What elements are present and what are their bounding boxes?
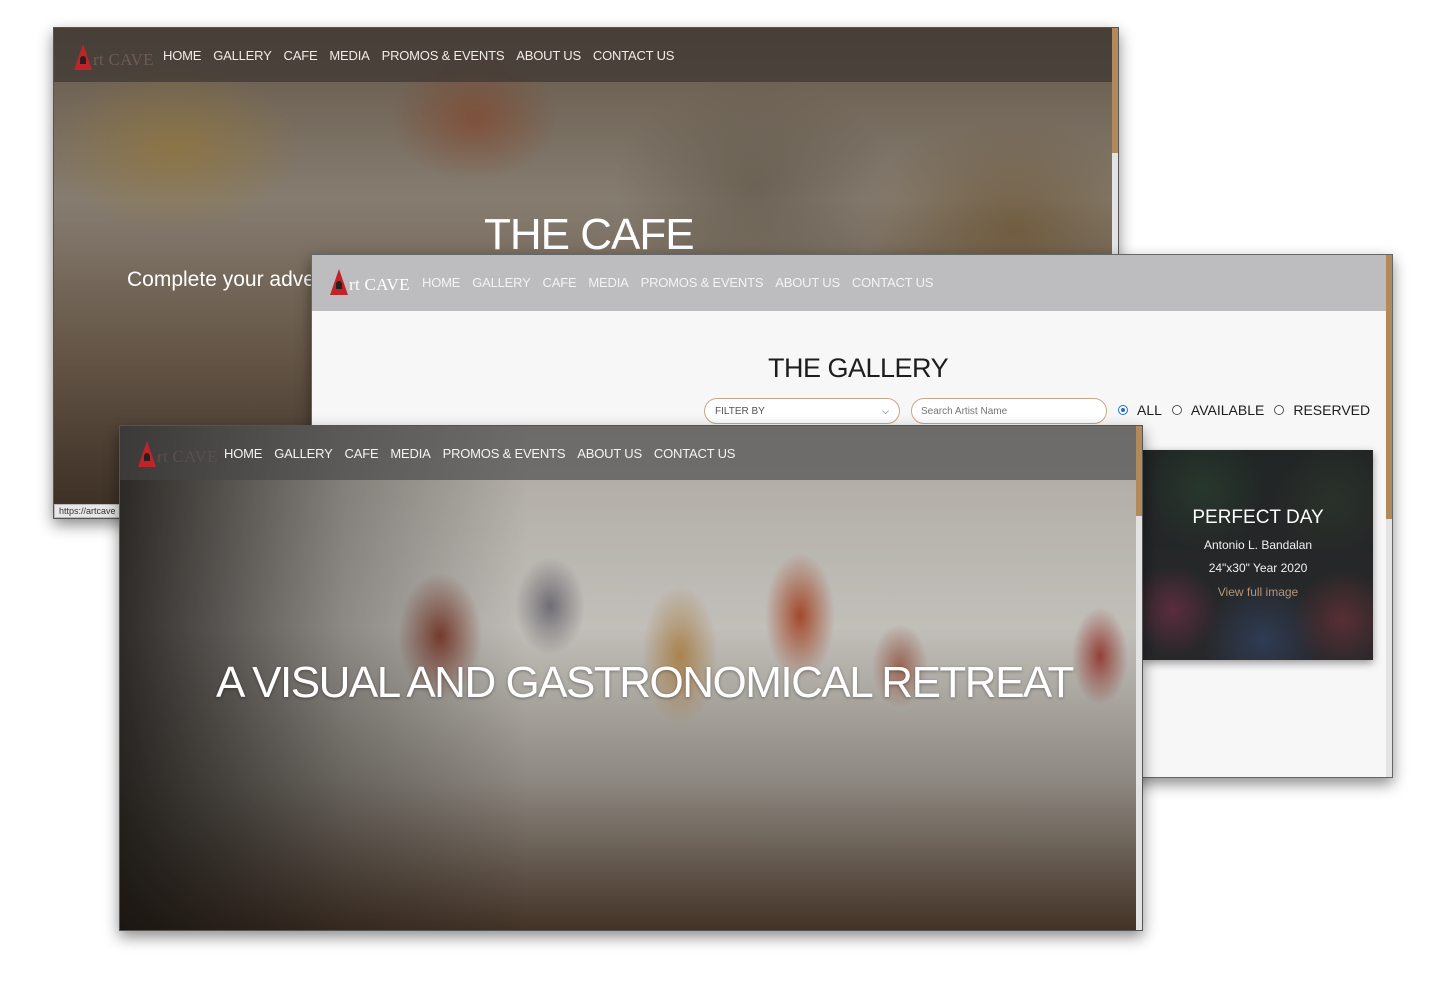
logo-text: rt CAVE [93,50,154,69]
nav-item-cafe[interactable]: CAFE [345,446,379,461]
nav-item-about-us[interactable]: ABOUT US [516,48,581,63]
artist-search-input[interactable] [911,398,1107,424]
nav-item-home[interactable]: HOME [422,275,460,290]
nav-item-home[interactable]: HOME [163,48,201,63]
artwork-title: PERFECT DAY [1192,507,1324,528]
scrollbar-thumb[interactable] [1386,255,1392,519]
scrollbar[interactable] [1386,255,1392,777]
chevron-down-icon: ⌵ [882,405,889,416]
nav-item-promos-events[interactable]: PROMOS & EVENTS [382,48,505,63]
scrollbar[interactable] [1136,426,1142,930]
radio-all[interactable]: ALL [1118,402,1162,418]
home-hero-title: A VISUAL AND GASTRONOMICAL RETREAT [216,658,1074,707]
nav-item-contact-us[interactable]: CONTACT US [852,275,934,290]
logo-a-icon [74,44,92,70]
nav-item-promos-events[interactable]: PROMOS & EVENTS [443,446,566,461]
status-bar-url: https://artcave [54,504,121,518]
brand-logo[interactable]: rt CAVE [138,441,218,467]
cafe-hero-subtitle: Complete your adve [127,268,315,291]
cafe-navbar: rt CAVE HOME GALLERY CAFE MEDIA PROMOS &… [54,28,1118,82]
gallery-navbar: rt CAVE HOME GALLERY CAFE MEDIA PROMOS &… [312,255,1392,311]
nav-menu: HOME GALLERY CAFE MEDIA PROMOS & EVENTS … [422,275,945,290]
scrollbar-thumb[interactable] [1112,28,1118,153]
brand-logo[interactable]: rt CAVE [330,269,410,295]
nav-item-about-us[interactable]: ABOUT US [775,275,840,290]
artwork-artist: Antonio L. Bandalan [1203,538,1313,552]
radio-available[interactable]: AVAILABLE [1171,402,1264,418]
nav-item-cafe[interactable]: CAFE [284,48,318,63]
nav-menu: HOME GALLERY CAFE MEDIA PROMOS & EVENTS … [224,446,747,461]
nav-item-media[interactable]: MEDIA [329,48,369,63]
artwork-card[interactable]: PERFECT DAY Antonio L. Bandalan 24"x30" … [1143,450,1373,660]
logo-text: rt CAVE [157,447,218,466]
nav-item-about-us[interactable]: ABOUT US [577,446,642,461]
radio-reserved-label[interactable]: RESERVED [1293,402,1370,418]
home-navbar: rt CAVE HOME GALLERY CAFE MEDIA PROMOS &… [120,426,1142,480]
nav-item-contact-us[interactable]: CONTACT US [654,446,736,461]
radio-reserved[interactable]: RESERVED [1274,402,1370,418]
nav-item-media[interactable]: MEDIA [588,275,628,290]
logo-text: rt CAVE [349,275,410,294]
radio-available-label[interactable]: AVAILABLE [1191,402,1264,418]
radio-all-label[interactable]: ALL [1137,402,1162,418]
radio-reserved-indicator[interactable] [1274,405,1285,415]
nav-item-gallery[interactable]: GALLERY [472,275,531,290]
nav-item-contact-us[interactable]: CONTACT US [593,48,675,63]
nav-item-gallery[interactable]: GALLERY [274,446,333,461]
logo-a-icon [138,441,156,467]
home-page-screenshot: rt CAVE HOME GALLERY CAFE MEDIA PROMOS &… [119,425,1143,931]
nav-item-promos-events[interactable]: PROMOS & EVENTS [641,275,764,290]
filter-by-select[interactable]: FILTER BY ⌵ [704,398,900,424]
filter-by-value: FILTER BY [715,405,765,417]
gallery-page-title: THE GALLERY [768,353,949,383]
nav-item-home[interactable]: HOME [224,446,262,461]
nav-item-cafe[interactable]: CAFE [543,275,577,290]
scrollbar-thumb[interactable] [1136,426,1142,516]
nav-item-gallery[interactable]: GALLERY [213,48,272,63]
view-full-image-link[interactable]: View full image [1143,585,1373,599]
nav-item-media[interactable]: MEDIA [390,446,430,461]
nav-menu: HOME GALLERY CAFE MEDIA PROMOS & EVENTS … [163,48,686,63]
cafe-hero-title: THE CAFE [484,210,695,259]
availability-radio-group: ALL AVAILABLE RESERVED [1118,402,1380,418]
radio-available-indicator[interactable] [1171,405,1182,415]
artwork-details: 24"x30" Year 2020 [1208,561,1308,575]
radio-all-indicator[interactable] [1118,405,1128,415]
logo-a-icon [330,269,348,295]
brand-logo[interactable]: rt CAVE [74,44,154,70]
